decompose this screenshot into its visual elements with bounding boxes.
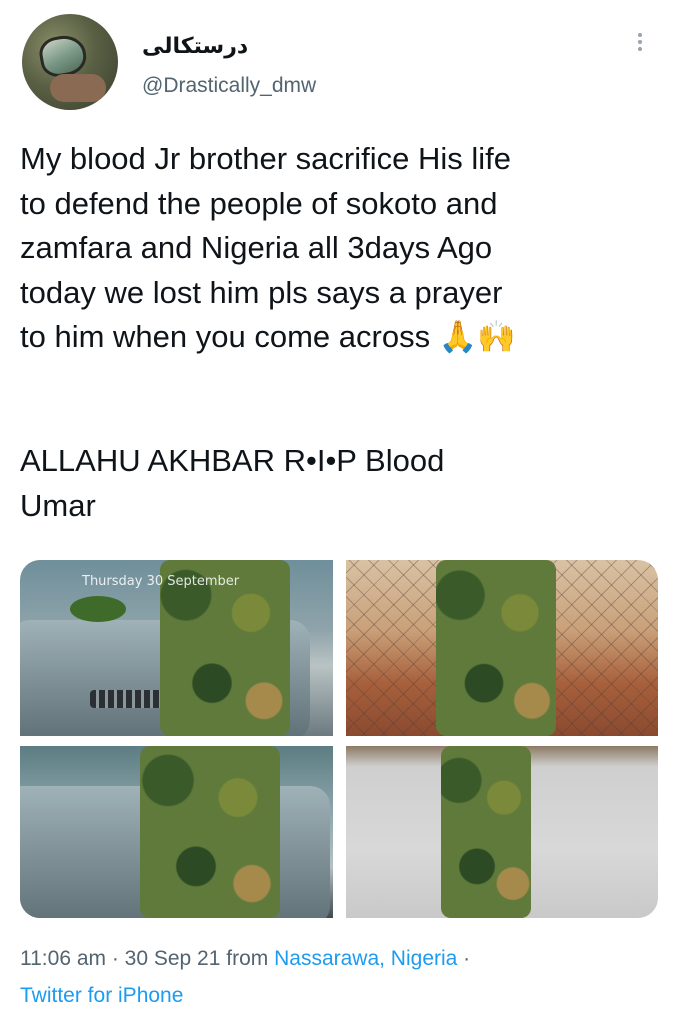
more-options-icon[interactable] — [628, 30, 652, 60]
tweet-text: My blood Jr brother sacrifice His life t… — [20, 141, 516, 355]
meta-separator: · — [457, 947, 471, 970]
source-link[interactable]: Twitter for iPhone — [20, 984, 183, 1007]
tweet-meta: 11:06 am · 30 Sep 21 from Nassarawa, Nig… — [20, 940, 660, 1014]
display-name[interactable]: درستکالی — [142, 34, 248, 59]
photo-3[interactable] — [20, 746, 333, 918]
media-grid: Thursday 30 September — [20, 560, 658, 918]
photo-4[interactable] — [346, 746, 658, 918]
photo-2[interactable] — [346, 560, 658, 736]
location-link[interactable]: Nassarawa, Nigeria — [274, 947, 457, 970]
photo-1[interactable]: Thursday 30 September — [20, 560, 333, 736]
photo-caption: Thursday 30 September — [82, 574, 240, 589]
avatar-image — [36, 32, 90, 80]
tweet-header: درستکالی @Drastically_dmw — [22, 14, 662, 110]
avatar[interactable] — [22, 14, 118, 110]
tweet-text-secondary: ALLAHU AKHBAR R•I•P Blood Umar — [20, 443, 445, 523]
tweet-timestamp[interactable]: 11:06 am · 30 Sep 21 from — [20, 947, 268, 970]
user-handle[interactable]: @Drastically_dmw — [142, 74, 316, 98]
